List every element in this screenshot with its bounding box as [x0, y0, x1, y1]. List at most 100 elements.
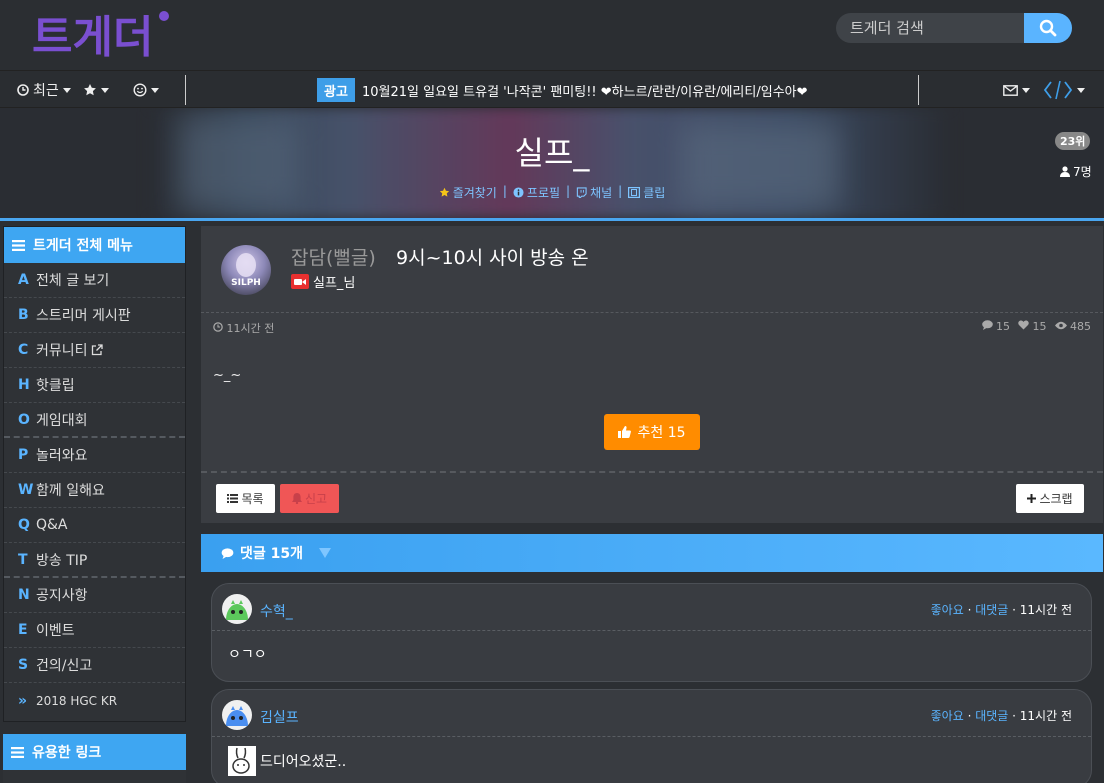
comment-like-link[interactable]: 좋아요 [931, 603, 964, 617]
star-icon [84, 84, 96, 96]
commenter-name[interactable]: 수혁_ [260, 601, 293, 621]
streamer-banner: 실프_ 즐겨찾기 | 프로필 | 채널 | 클립 23위 7명 [0, 108, 1104, 218]
external-link-icon [91, 344, 103, 356]
comment-reply-link[interactable]: 대댓글 [975, 709, 1008, 723]
menu-key: H [18, 377, 30, 393]
rabbit-emoticon-icon [228, 746, 256, 776]
useful-links-title: 유용한 링크 [32, 745, 102, 761]
sidebar-item-hgc[interactable]: » 2018 HGC KR [4, 683, 185, 718]
recent-menu[interactable]: 최근 [17, 71, 71, 109]
clock-icon [17, 84, 29, 96]
viewer-count-value: 7명 [1073, 165, 1092, 179]
menu-label: 공지사항 [36, 588, 88, 604]
heart-icon [1018, 320, 1029, 330]
user-icon [1060, 166, 1070, 177]
plus-icon [1027, 494, 1037, 503]
post-author[interactable]: 실프_님 [291, 272, 355, 291]
list-button[interactable]: 목록 [216, 484, 275, 513]
mail-menu[interactable] [1003, 71, 1030, 109]
smiley-icon [133, 83, 147, 97]
sidebar-item-visit[interactable]: P 놀러와요 [4, 438, 185, 473]
code-menu[interactable] [1043, 71, 1085, 109]
favorites-menu[interactable] [83, 71, 109, 109]
post-stats: 15 15 485 [981, 320, 1091, 333]
author-avatar[interactable]: SILPH [221, 245, 271, 295]
sidebar-item-qna[interactable]: Q Q&A [4, 508, 185, 543]
menu-key: P [18, 447, 29, 463]
clip-link[interactable]: 클립 [622, 184, 671, 201]
sidebar-item-events[interactable]: E 이벤트 [4, 613, 185, 648]
clip-link-label: 클립 [643, 186, 666, 200]
sidebar-item-tournaments[interactable]: O 게임대회 [4, 403, 185, 438]
comment-item: 김실프 좋아요 · 대댓글 · 11시간 전 드디어오셨군.. [211, 689, 1092, 783]
search-button[interactable] [1024, 13, 1072, 43]
chevron-down-icon [101, 87, 109, 93]
menu-label: 건의/신고 [36, 658, 93, 674]
divider [212, 736, 1091, 737]
view-count: 485 [1054, 320, 1091, 333]
menu-label: 함께 일해요 [36, 483, 105, 499]
ad-text[interactable]: 10월21일 일요일 트유걸 '나작콘' 팬미팅!! ❤하느르/란란/이유란/에… [362, 71, 808, 109]
clock-icon [213, 322, 223, 332]
nav-bar: 최근 광고 10월21일 일요일 트유걸 '나작콘' 팬미팅!! ❤하느르/란란… [0, 70, 1104, 108]
sidebar-item-feedback[interactable]: S 건의/신고 [4, 648, 185, 683]
comment-time: 11시간 전 [1019, 603, 1072, 617]
post-body: ~_~ [213, 368, 242, 383]
post-author-name: 실프_님 [313, 276, 356, 291]
menu-key: Q [18, 517, 30, 533]
recommend-label: 추천 15 [637, 425, 686, 441]
menu-label: 방송 TIP [36, 552, 88, 569]
menu-key: T [18, 551, 28, 568]
recommend-button[interactable]: 추천 15 [604, 414, 700, 450]
hamburger-icon [12, 239, 25, 251]
post-category[interactable]: 잡담(뻘글) [291, 243, 376, 270]
divider [918, 75, 919, 105]
menu-label: 핫클립 [36, 378, 75, 394]
chevron-down-icon [151, 87, 159, 93]
list-button-label: 목록 [241, 492, 264, 506]
menu-key: C [18, 342, 29, 358]
banner-links: 즐겨찾기 | 프로필 | 채널 | 클립 [0, 184, 1104, 201]
sidebar-item-streamer-board[interactable]: B 스트리머 게시판 [4, 298, 185, 333]
post-title: 9시~10시 사이 방송 온 [396, 247, 589, 269]
commenter-avatar[interactable] [222, 700, 252, 730]
channel-link[interactable]: 채널 [570, 184, 618, 201]
comments-header[interactable]: 댓글 15개 [201, 534, 1103, 572]
info-icon [513, 187, 524, 198]
menu-label: 놀러와요 [36, 448, 88, 464]
useful-links-panel: 유용한 링크 [3, 734, 186, 783]
comment-item: 수혁_ 좋아요 · 대댓글 · 11시간 전 ㅇㄱㅇ [211, 583, 1092, 682]
menu-label: 2018 HGC KR [36, 693, 118, 708]
comment-like-link[interactable]: 좋아요 [931, 709, 964, 723]
menu-key: O [18, 411, 30, 428]
sidebar-item-stream-tips[interactable]: T 방송 TIP [4, 543, 185, 578]
favorite-link[interactable]: 즐겨찾기 [433, 184, 503, 201]
profile-link[interactable]: 프로필 [507, 184, 566, 201]
sidebar-item-community[interactable]: C 커뮤니티 [4, 333, 185, 368]
report-button[interactable]: 신고 [280, 484, 339, 513]
commenter-avatar[interactable] [222, 594, 252, 624]
sidebar-item-notices[interactable]: N 공지사항 [4, 578, 185, 613]
commenter-name[interactable]: 김실프 [260, 707, 299, 727]
menu-label: 스트리머 게시판 [36, 308, 131, 324]
comment-icon [981, 320, 993, 330]
scrap-button[interactable]: 스크랩 [1016, 484, 1084, 513]
view-count-value: 485 [1070, 320, 1091, 333]
divider [185, 75, 186, 105]
site-logo[interactable]: 트게더 [32, 8, 172, 58]
sidebar-item-work-together[interactable]: W 함께 일해요 [4, 473, 185, 508]
comment-time: 11시간 전 [1019, 709, 1072, 723]
comment-icon [221, 547, 234, 559]
emoji-menu[interactable] [133, 71, 159, 109]
comment-reply-link[interactable]: 대댓글 [975, 603, 1008, 617]
eye-icon [1054, 321, 1067, 330]
menu-key: W [18, 482, 34, 498]
sidebar-item-all-posts[interactable]: A 전체 글 보기 [4, 263, 185, 298]
code-icon [1043, 80, 1073, 100]
favorite-link-label: 즐겨찾기 [452, 186, 497, 200]
menu-label: Q&A [36, 517, 68, 533]
sidebar-item-hot-clips[interactable]: H 핫클립 [4, 368, 185, 403]
search-input[interactable] [836, 13, 1024, 43]
viewer-count: 7명 [1060, 163, 1092, 180]
menu-label: 커뮤니티 [36, 343, 88, 359]
